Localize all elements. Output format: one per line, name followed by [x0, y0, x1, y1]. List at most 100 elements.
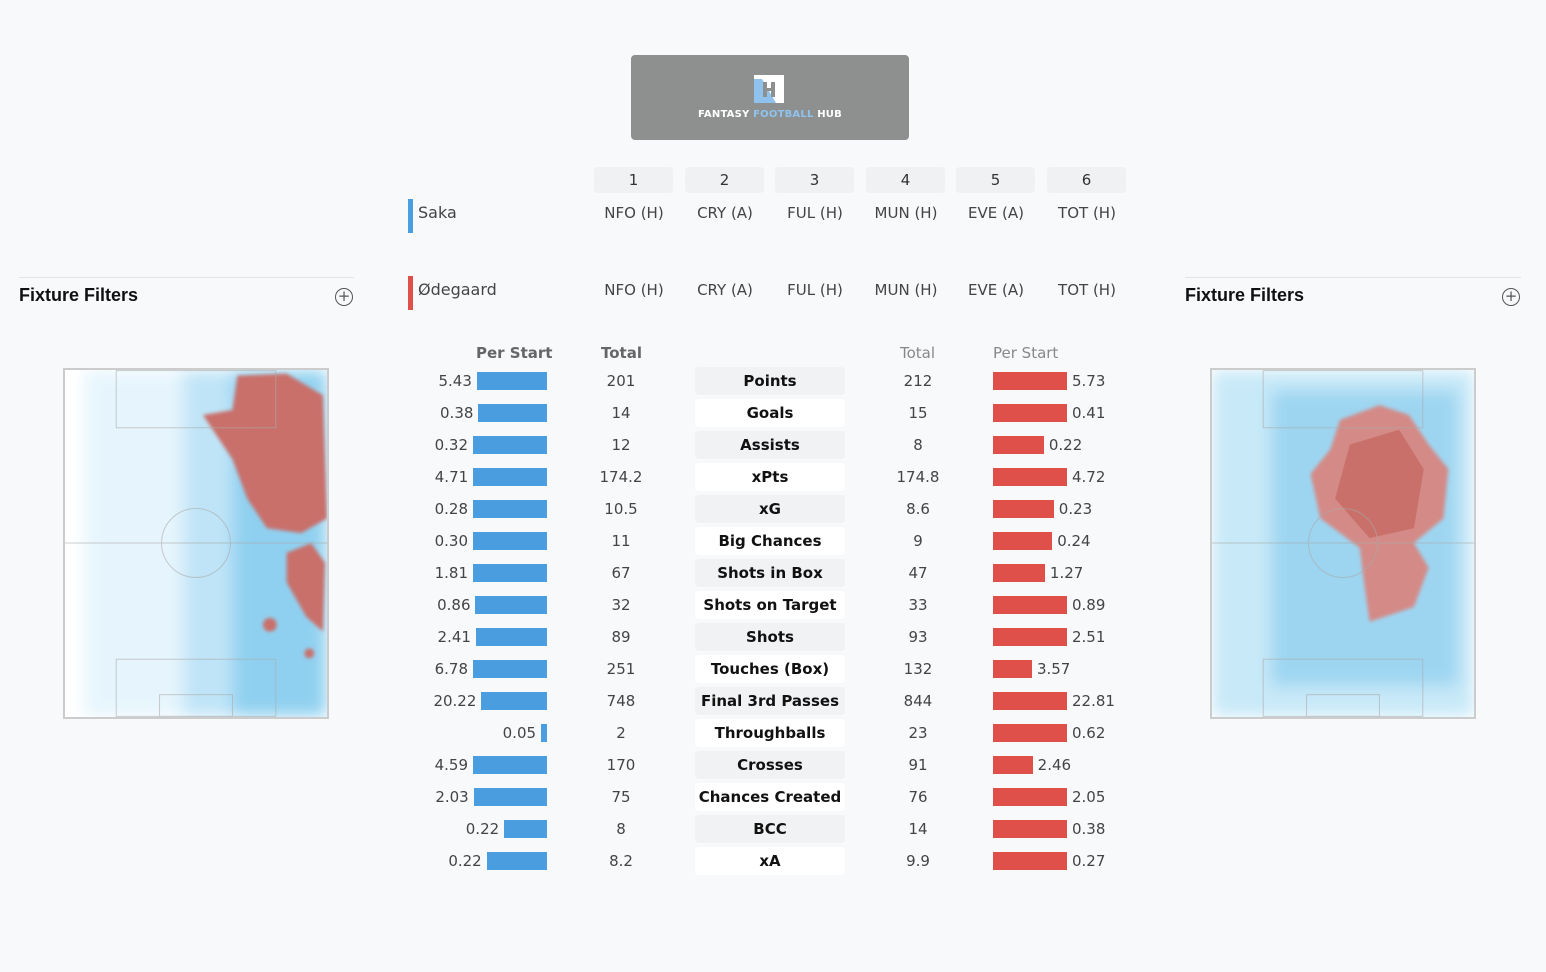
right-bar: [993, 660, 1032, 678]
fixture-cell: MUN (H): [874, 204, 938, 222]
left-per-start-value: 0.32: [434, 436, 468, 454]
left-bar: [486, 852, 547, 870]
right-per-start-value: 0.62: [1072, 724, 1106, 742]
right-per-start-value: 0.23: [1058, 500, 1093, 518]
right-total-value: 9.9: [906, 852, 930, 870]
right-bar: [993, 756, 1033, 774]
fixture-cell: EVE (A): [968, 204, 1024, 222]
left-total-value: 14: [611, 404, 631, 422]
left-bar: [475, 628, 547, 646]
gameweek-2[interactable]: 2: [685, 167, 764, 193]
stat-row: 0.22 8.2 xA 9.9 0.27: [0, 846, 1546, 876]
right-total-value: 23: [908, 724, 928, 742]
right-per-start-value: 4.72: [1072, 468, 1106, 486]
fixture-cell: TOT (H): [1058, 204, 1116, 222]
left-bar: [473, 468, 547, 486]
plus-circle-icon[interactable]: +: [335, 288, 353, 306]
header-right-per-start: Per Start: [993, 344, 1059, 362]
gameweek-6[interactable]: 6: [1047, 167, 1126, 193]
left-per-start-value: 5.43: [438, 372, 472, 390]
right-total-value: 91: [908, 756, 928, 774]
stat-label: Crosses: [695, 751, 845, 779]
stat-label: Throughballs: [695, 719, 845, 747]
left-bar: [481, 692, 547, 710]
stat-label: Shots on Target: [695, 591, 845, 619]
right-bar: [993, 692, 1067, 710]
right-per-start-value: 0.22: [1048, 436, 1083, 454]
header-right-total: Total: [900, 344, 936, 362]
fixture-cell: TOT (H): [1058, 281, 1116, 299]
left-bar: [473, 436, 547, 454]
gameweek-3[interactable]: 3: [775, 167, 854, 193]
gameweek-1[interactable]: 1: [594, 167, 673, 193]
left-total-value: 75: [611, 788, 631, 806]
stat-label: xPts: [695, 463, 845, 491]
player-odegaard[interactable]: Ødegaard: [408, 276, 497, 310]
left-bar: [504, 820, 547, 838]
right-per-start-value: 2.05: [1072, 788, 1106, 806]
right-per-start-value: 2.51: [1072, 628, 1106, 646]
right-bar: [993, 372, 1067, 390]
left-per-start-value: 0.30: [434, 532, 468, 550]
right-per-start-value: 0.38: [1072, 820, 1106, 838]
left-bar: [475, 596, 547, 614]
divider: [19, 277, 354, 278]
fixture-cell: MUN (H): [874, 281, 938, 299]
right-per-start-value: 1.27: [1049, 564, 1084, 582]
heatmap-saka: [63, 368, 329, 719]
right-bar: [993, 788, 1067, 806]
right-total-value: 76: [908, 788, 928, 806]
stat-label: Touches (Box): [695, 655, 845, 683]
fixture-cell: FUL (H): [787, 281, 843, 299]
left-bar: [473, 788, 547, 806]
right-per-start-value: 22.81: [1072, 692, 1115, 710]
gameweek-4[interactable]: 4: [866, 167, 945, 193]
right-per-start-value: 5.73: [1072, 372, 1106, 390]
left-total-value: 67: [611, 564, 631, 582]
left-total-value: 201: [606, 372, 636, 390]
fantasy-football-hub-logo: FANTASY FOOTBALL HUB: [631, 55, 909, 140]
left-total-value: 12: [611, 436, 631, 454]
right-bar: [993, 596, 1067, 614]
right-total-value: 8.6: [906, 500, 930, 518]
right-bar: [993, 468, 1067, 486]
fixture-cell: NFO (H): [604, 204, 664, 222]
right-per-start-value: 0.89: [1072, 596, 1106, 614]
hub-logo-icon: [754, 75, 784, 103]
right-total-value: 14: [908, 820, 928, 838]
gameweek-5[interactable]: 5: [956, 167, 1035, 193]
right-total-value: 174.8: [896, 468, 940, 486]
left-total-value: 170: [606, 756, 636, 774]
right-bar: [993, 628, 1067, 646]
left-per-start-value: 4.59: [434, 756, 468, 774]
left-bar: [473, 756, 547, 774]
plus-circle-icon[interactable]: +: [1502, 288, 1520, 306]
right-bar: [993, 436, 1044, 454]
fixture-filters-title-right: Fixture Filters: [1185, 285, 1305, 305]
stat-label: Final 3rd Passes: [695, 687, 845, 715]
left-per-start-value: 0.05: [502, 724, 537, 742]
left-per-start-value: 0.28: [434, 500, 468, 518]
fixture-filters-title-left: Fixture Filters: [19, 285, 139, 305]
right-bar: [993, 564, 1045, 582]
right-per-start-value: 0.27: [1072, 852, 1106, 870]
right-bar: [993, 820, 1067, 838]
left-total-value: 174.2: [599, 468, 643, 486]
right-per-start-value: 3.57: [1036, 660, 1071, 678]
fixture-cell: NFO (H): [604, 281, 664, 299]
right-bar: [993, 500, 1054, 518]
right-total-value: 9: [913, 532, 923, 550]
left-total-value: 89: [611, 628, 631, 646]
player-saka[interactable]: Saka: [408, 199, 457, 233]
stat-label: Big Chances: [695, 527, 845, 555]
right-bar: [993, 532, 1053, 550]
stat-label: xA: [695, 847, 845, 875]
right-per-start-value: 0.24: [1057, 532, 1091, 550]
left-total-value: 2: [616, 724, 626, 742]
left-bar: [473, 660, 547, 678]
stat-label: xG: [695, 495, 845, 523]
left-total-value: 8: [616, 820, 626, 838]
right-total-value: 33: [908, 596, 928, 614]
left-per-start-value: 4.71: [434, 468, 469, 486]
left-per-start-value: 6.78: [434, 660, 468, 678]
